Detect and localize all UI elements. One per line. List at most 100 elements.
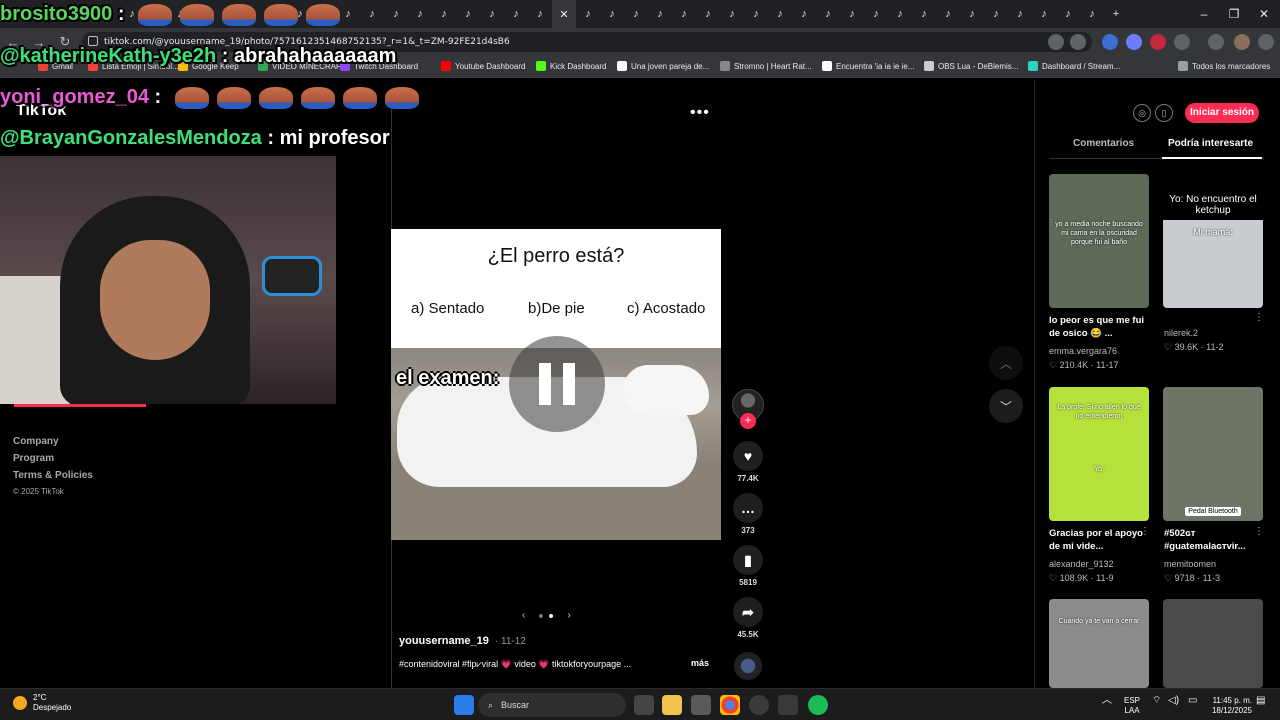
phone-icon[interactable]: ▯ <box>1155 104 1173 122</box>
tab-tiktok[interactable]: ♪ <box>672 0 696 28</box>
more-options-icon[interactable]: ••• <box>690 104 710 122</box>
login-button[interactable]: Iniciar sesión <box>1185 103 1259 123</box>
bookmark-item[interactable]: Encuentra 'ia ia ie ie... <box>822 61 914 71</box>
comment-button[interactable]: … 373 <box>732 493 764 535</box>
tab-tiktok[interactable]: ♪ <box>840 0 864 28</box>
spotify-icon[interactable] <box>808 695 828 715</box>
volume-icon[interactable]: ◁) <box>1168 696 1179 706</box>
extensions-puzzle-icon[interactable] <box>1174 34 1190 50</box>
tab-tiktok[interactable]: ♪ <box>528 0 552 28</box>
video-card-author[interactable]: emma.vergara76 <box>1049 346 1117 356</box>
video-card-title[interactable]: lo peor es que me fui de osico 😂 ... <box>1049 314 1149 340</box>
tab-tiktok[interactable]: ♪ <box>1032 0 1056 28</box>
carousel-dot[interactable] <box>539 613 544 618</box>
all-bookmarks[interactable]: Todos los marcadores <box>1178 61 1270 71</box>
tab-tiktok[interactable]: ♪ <box>984 0 1008 28</box>
tab-tiktok[interactable]: ♪ <box>1056 0 1080 28</box>
tab-tiktok[interactable]: ♪ <box>960 0 984 28</box>
tab-tiktok[interactable]: ♪ <box>720 0 744 28</box>
maximize-button[interactable]: ❐ <box>1218 0 1250 28</box>
bookmark-item[interactable]: Stromno | Heart Rat... <box>720 61 812 71</box>
share-button[interactable]: ➦ 45.5K <box>732 597 764 639</box>
footer-link-program[interactable]: Program <box>13 453 93 464</box>
browser-menu-icon[interactable] <box>1258 34 1274 50</box>
tab-tiktok[interactable]: ♪ <box>576 0 600 28</box>
footer-link-terms[interactable]: Terms & Policies <box>13 470 93 481</box>
like-button[interactable]: ♥ 77.4K <box>732 441 764 483</box>
tab-tiktok[interactable]: ♪ <box>768 0 792 28</box>
tab-tiktok[interactable]: ♪ <box>1008 0 1032 28</box>
video-card-author[interactable]: memitoomen <box>1164 559 1216 569</box>
footer-link-company[interactable]: Company <box>13 436 93 447</box>
tab-tiktok[interactable]: ♪ <box>744 0 768 28</box>
store-icon[interactable] <box>691 695 711 715</box>
bookmark-item[interactable]: Una joven pareja de... <box>617 61 709 71</box>
minimize-button[interactable]: – <box>1188 0 1220 28</box>
tab-tiktok[interactable]: ♪ <box>432 0 456 28</box>
profile-avatar[interactable] <box>1234 34 1250 50</box>
extension-icon[interactable] <box>1126 34 1142 50</box>
pause-icon[interactable] <box>509 336 605 432</box>
tab-tiktok[interactable]: ♪ <box>408 0 432 28</box>
bookmark-item[interactable]: OBS Lua - DeBlemis... <box>924 61 1018 71</box>
tab-tiktok[interactable]: ♪ <box>936 0 960 28</box>
bookmark-star-icon[interactable] <box>1070 34 1086 50</box>
video-card-title[interactable]: #502ɢᴛ #guatemalaɢᴛvir... <box>1164 527 1264 553</box>
extension-icon[interactable] <box>1102 34 1118 50</box>
chrome-icon[interactable] <box>720 695 740 715</box>
tab-tiktok[interactable]: ♪ <box>360 0 384 28</box>
obs-icon[interactable] <box>749 695 769 715</box>
author-name[interactable]: youusername_19 <box>399 635 489 647</box>
video-card-thumbnail[interactable]: Yo: No encuentro el ketchup Mi mamá: <box>1163 174 1263 308</box>
weather-widget[interactable]: 2°C Despejado <box>13 693 71 713</box>
close-window-button[interactable]: ✕ <box>1248 0 1280 28</box>
network-icon[interactable]: ⌔ <box>1152 696 1161 706</box>
follow-plus-icon[interactable]: + <box>740 413 756 429</box>
new-tab-icon[interactable]: + <box>1104 0 1128 28</box>
video-card-thumbnail[interactable]: yo a media noche buscando mi cama en la … <box>1049 174 1149 308</box>
video-card-thumbnail[interactable] <box>1163 599 1263 688</box>
taskbar-search[interactable]: ⌕ Buscar <box>478 693 626 717</box>
tab-tiktok[interactable]: ♪ <box>888 0 912 28</box>
tab-active-tiktok[interactable]: ✕ <box>552 0 576 28</box>
tab-comments[interactable]: Comentarios <box>1073 138 1134 149</box>
bookmark-item[interactable]: Kick Dashboard <box>536 61 606 71</box>
battery-icon[interactable]: ▭ <box>1188 696 1197 706</box>
tab-tiktok[interactable]: ♪ <box>480 0 504 28</box>
tab-tiktok[interactable]: ♪ <box>384 0 408 28</box>
video-card-thumbnail[interactable]: Pedal Bluetooth <box>1163 387 1263 521</box>
clock[interactable]: 11:45 p. m. 18/12/2025 <box>1208 696 1252 716</box>
video-card-author[interactable]: nilerek.2 <box>1164 328 1198 338</box>
next-post-button[interactable]: ﹀ <box>989 389 1023 423</box>
video-card-title[interactable]: Gracias por el apoyo de mi vide... <box>1049 527 1149 553</box>
caption-more-link[interactable]: más <box>691 658 709 668</box>
coin-icon[interactable]: ◎ <box>1133 104 1151 122</box>
task-view-icon[interactable] <box>634 695 654 715</box>
video-card-author[interactable]: alexander_9132 <box>1049 559 1114 569</box>
chevron-right-icon[interactable]: › <box>567 610 570 621</box>
tab-you-may-like[interactable]: Podría interesarte <box>1168 138 1253 149</box>
bookmark-item[interactable]: Dashboard / Stream... <box>1028 61 1120 71</box>
post-author[interactable]: youusername_19 · 11-12 <box>399 635 526 647</box>
tray-overflow-icon[interactable]: ︿ <box>1102 696 1112 706</box>
notifications-icon[interactable]: ▤ <box>1256 696 1265 706</box>
video-card-thumbnail[interactable]: La profe: Si no allen lo que no entendie… <box>1049 387 1149 521</box>
tab-tiktok[interactable]: ♪ <box>864 0 888 28</box>
tab-tiktok[interactable]: ♪ <box>792 0 816 28</box>
tab-tiktok[interactable]: ♪ <box>624 0 648 28</box>
file-explorer-icon[interactable] <box>662 695 682 715</box>
card-more-icon[interactable]: ⋮ <box>1254 312 1264 323</box>
tab-tiktok[interactable]: ♪ <box>1080 0 1104 28</box>
tab-tiktok[interactable]: ♪ <box>912 0 936 28</box>
tab-tiktok[interactable]: ♪ <box>696 0 720 28</box>
app-icon[interactable] <box>778 695 798 715</box>
video-card-thumbnail[interactable]: Cuando ya te van a cerrar <box>1049 599 1149 688</box>
tab-tiktok[interactable]: ♪ <box>456 0 480 28</box>
tab-tiktok[interactable]: ♪ <box>648 0 672 28</box>
save-button[interactable]: ▮ 5819 <box>732 545 764 587</box>
carousel-dot-active[interactable] <box>549 613 554 618</box>
install-app-icon[interactable] <box>1048 34 1064 50</box>
windows-start-icon[interactable] <box>454 695 474 715</box>
language-indicator[interactable]: ESP LAA <box>1124 696 1140 716</box>
extension-icon[interactable] <box>1150 34 1166 50</box>
